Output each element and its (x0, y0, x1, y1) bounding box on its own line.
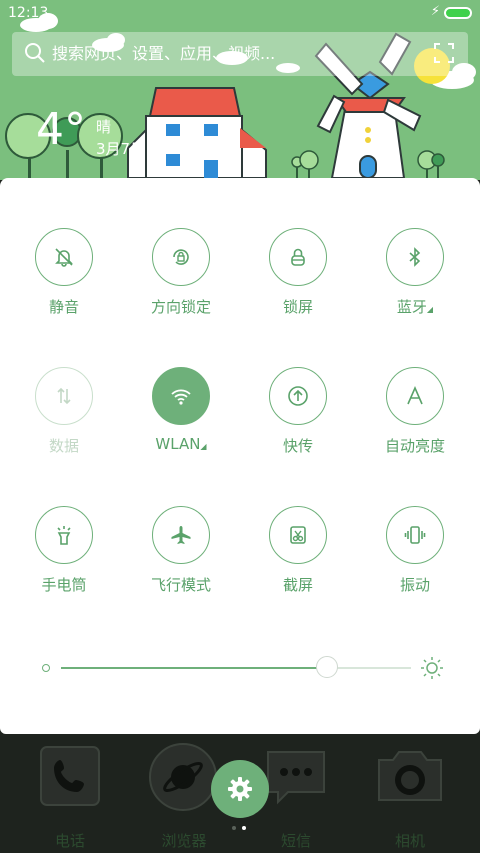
airplane-icon (152, 506, 210, 564)
browser-planet-icon (149, 743, 217, 811)
screen: 12:13 ⚡ 搜索网页、设置、应用、视频... 4° 晴 3月7日 周 静音 … (0, 0, 480, 853)
dim-sun-icon (42, 664, 50, 672)
brightness-thumb[interactable] (316, 656, 338, 678)
settings-button[interactable] (211, 760, 269, 818)
upload-icon (269, 367, 327, 425)
page-dot-active (242, 826, 246, 830)
toggle-mute[interactable]: 静音 (9, 228, 119, 338)
toggle-rotation-lock[interactable]: 方向锁定 (126, 228, 236, 338)
brightness-fill (61, 667, 327, 669)
camera-icon (378, 751, 442, 801)
data-arrows-icon (35, 367, 93, 425)
bolt-icon: ⚡ (430, 4, 440, 19)
toggle-screenshot-label: 截屏 (282, 576, 313, 594)
toggle-airplane-label: 飞行模式 (150, 576, 211, 594)
brightness-track[interactable] (61, 656, 411, 678)
weather-condition: 晴 (96, 118, 112, 136)
toggle-wlan-label: WLAN◢ (155, 435, 207, 453)
page-dot (232, 826, 236, 830)
toggle-data-label: 数据 (48, 437, 79, 455)
status-time: 12:13 (8, 5, 49, 21)
toggle-wlan[interactable]: WLAN◢ (126, 367, 236, 477)
submenu-triangle-icon: ◢ (200, 442, 207, 451)
page-indicator (232, 826, 252, 832)
search-icon (25, 43, 45, 63)
header-wallpaper: 12:13 ⚡ 搜索网页、设置、应用、视频... 4° 晴 3月7日 周 (0, 0, 480, 180)
toggle-rotation-lock-label: 方向锁定 (150, 298, 211, 316)
letter-a-icon (386, 367, 444, 425)
toggle-lock-screen-label: 锁屏 (282, 298, 313, 316)
weather-date: 3月7日 周 (96, 140, 165, 158)
vibrate-icon (386, 506, 444, 564)
lock-icon (269, 228, 327, 286)
toggle-bluetooth[interactable]: 蓝牙◢ (360, 228, 470, 338)
toggle-bluetooth-label: 蓝牙◢ (396, 298, 434, 316)
flashlight-icon (35, 506, 93, 564)
rotation-lock-icon (152, 228, 210, 286)
app-browser-label: 浏览器 (161, 832, 207, 850)
scan-icon[interactable] (434, 43, 454, 63)
toggle-data[interactable]: 数据 (9, 367, 119, 477)
toggle-flashlight[interactable]: 手电筒 (9, 506, 119, 616)
brightness-slider[interactable] (36, 656, 444, 680)
screenshot-scissors-icon (269, 506, 327, 564)
submenu-triangle-icon: ◢ (426, 305, 434, 314)
toggle-mute-label: 静音 (48, 298, 79, 316)
toggle-screenshot[interactable]: 截屏 (243, 506, 353, 616)
toggle-auto-brightness[interactable]: 自动亮度 (360, 367, 470, 477)
control-center-panel: 静音 方向锁定 锁屏 蓝牙◢ 数据 WLAN◢ 快传 自动亮度 手电筒 飞行模式… (0, 178, 480, 734)
weather-temperature: 4° (36, 104, 86, 155)
toggle-auto-brightness-label: 自动亮度 (384, 437, 445, 455)
bluetooth-icon (386, 228, 444, 286)
status-bar: 12:13 ⚡ (0, 0, 480, 28)
search-bar[interactable]: 搜索网页、设置、应用、视频... (12, 32, 468, 76)
toggle-flashlight-label: 手电筒 (41, 576, 87, 594)
wifi-icon (152, 367, 210, 425)
app-phone[interactable]: 电话 (20, 744, 120, 850)
toggle-vibrate[interactable]: 振动 (360, 506, 470, 616)
toggle-airplane[interactable]: 飞行模式 (126, 506, 236, 616)
gear-icon (228, 777, 252, 801)
app-phone-label: 电话 (54, 832, 85, 850)
app-camera-label: 相机 (394, 832, 425, 850)
app-camera[interactable]: 相机 (360, 744, 460, 850)
toggle-vibrate-label: 振动 (399, 576, 430, 594)
message-icon (267, 751, 325, 805)
battery-icon (444, 7, 472, 19)
bell-off-icon (35, 228, 93, 286)
toggle-quick-share[interactable]: 快传 (243, 367, 353, 477)
toggle-lock-screen[interactable]: 锁屏 (243, 228, 353, 338)
sun-icon (421, 657, 443, 679)
toggle-quick-share-label: 快传 (282, 437, 313, 455)
app-messages-label: 短信 (280, 832, 311, 850)
phone-icon (40, 746, 100, 806)
search-placeholder: 搜索网页、设置、应用、视频... (52, 44, 276, 63)
